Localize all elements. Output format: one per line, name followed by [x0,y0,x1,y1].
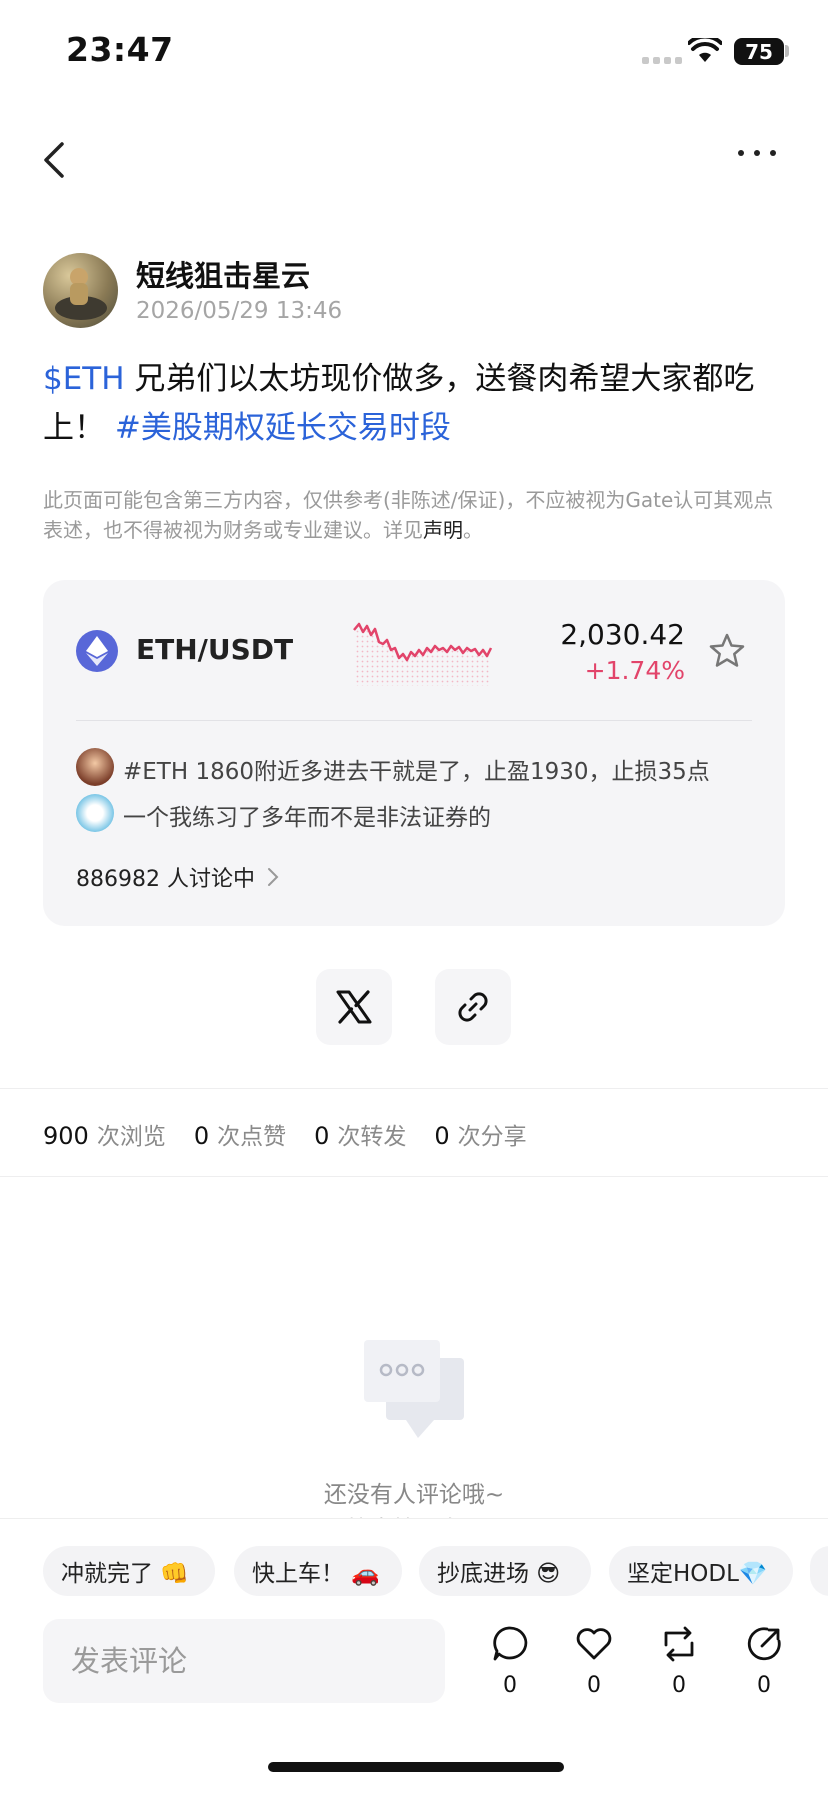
home-indicator[interactable] [268,1762,564,1772]
ticker-link[interactable]: $ETH [43,361,125,397]
hashtag-link[interactable]: #美股期权延长交易时段 [115,410,451,446]
market-comment: 一个我练习了多年而不是非法证券的 [123,805,491,831]
post-time: 2026/05/29 13:46 [136,298,343,324]
eth-icon [76,630,118,672]
bottom-bar: 冲就完了 👊 快上车！ 🚗 抄底进场 😎 坚定HODL💎 0 0 0 0 [0,1518,828,1793]
post-stats: 900 次浏览 0 次点赞 0 次转发 0 次分享 [43,1117,527,1151]
favorite-star-icon[interactable] [708,632,746,674]
repost-icon [664,1626,694,1662]
wifi-icon [687,34,723,68]
post-body: $ETH 兄弟们以太坊现价做多，送餐肉希望大家都吃上！ #美股期权延长交易时段 [43,355,773,453]
share-x-button[interactable] [316,969,392,1045]
market-comment: #ETH 1860附近多进去干就是了，止盈1930，止损35点 [123,759,710,785]
views-label: 次浏览 [96,1124,166,1150]
more-options-button[interactable] [738,150,776,156]
price: 2,030.42 [560,618,685,651]
likes-count: 0 [193,1122,210,1150]
quick-reply-chip-overflow[interactable] [810,1546,828,1596]
x-logo-icon [336,990,372,1024]
chevron-right-icon [267,868,279,886]
copy-link-button[interactable] [435,969,511,1045]
reposts-label: 次转发 [337,1124,407,1150]
discussion-count-link[interactable]: 886982 人讨论中 [76,861,279,893]
author-avatar[interactable] [43,253,118,328]
repost-action[interactable]: 0 [654,1625,704,1698]
shares-label: 次分享 [457,1124,527,1150]
share-icon [747,1627,781,1661]
empty-comments-icon [364,1340,464,1444]
disclaimer-text: 此页面可能包含第三方内容，仅供参考(非陈述/保证)，不应被视为Gate认可其观点… [43,488,774,542]
status-time: 23:47 [66,30,174,69]
divider [0,1088,828,1089]
share-count: 0 [757,1673,771,1698]
quick-reply-chip[interactable]: 快上车！ 🚗 [234,1546,402,1596]
battery-cap [785,45,789,57]
author-name[interactable]: 短线狙击星云 [136,253,310,295]
views-count: 900 [43,1122,89,1150]
disclaimer: 此页面可能包含第三方内容，仅供参考(非陈述/保证)，不应被视为Gate认可其观点… [43,485,783,545]
empty-comments-text: 还没有人评论哦~ [323,1482,505,1508]
price-change: +1.74% [584,656,685,685]
market-card[interactable]: ETH/USDT 2,030.42 +1.74% #ETH 1860附近多进去干… [43,580,785,926]
divider [0,1176,828,1177]
card-divider [76,720,752,721]
heart-icon [576,1628,612,1660]
comment-input[interactable] [43,1619,445,1703]
quick-reply-chip[interactable]: 冲就完了 👊 [43,1546,215,1596]
like-count: 0 [587,1673,601,1698]
quick-reply-chip[interactable]: 坚定HODL💎 [609,1546,793,1596]
battery-icon: 75 [734,38,784,65]
commenter-avatar [76,794,114,832]
reposts-count: 0 [314,1122,330,1150]
back-button[interactable] [40,140,70,184]
signal-icon [642,57,682,64]
link-icon [458,992,488,1022]
share-action[interactable]: 0 [739,1625,789,1698]
comment-count: 0 [503,1673,517,1698]
statement-link[interactable]: 声明 [423,518,463,542]
shares-count: 0 [434,1122,450,1150]
comment-bubble-icon [493,1626,528,1661]
repost-count: 0 [672,1673,686,1698]
discussion-count: 886982 人讨论中 [76,867,255,892]
trading-pair: ETH/USDT [136,633,294,666]
disclaimer-end: 。 [463,518,483,542]
commenter-avatar [76,748,114,786]
quick-reply-chip[interactable]: 抄底进场 😎 [419,1546,591,1596]
like-action[interactable]: 0 [569,1625,619,1698]
likes-label: 次点赞 [217,1124,287,1150]
comment-action[interactable]: 0 [485,1625,535,1698]
